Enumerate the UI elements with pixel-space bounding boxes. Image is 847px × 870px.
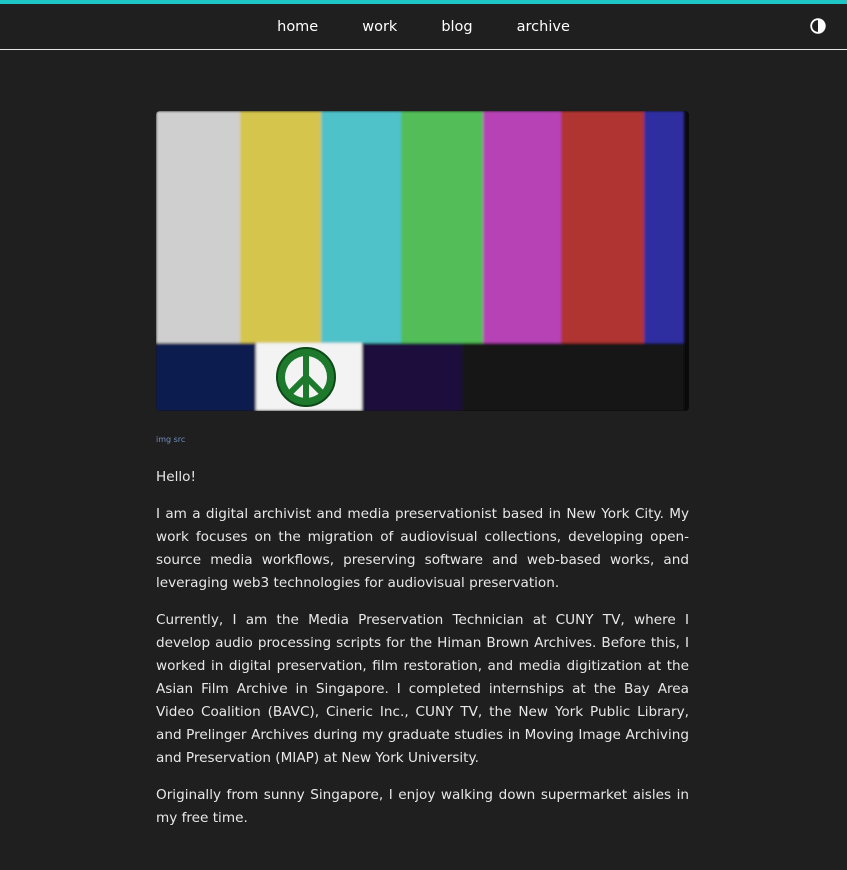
hero-image-color-bars — [156, 111, 689, 411]
theme-toggle-button[interactable] — [810, 18, 826, 34]
greeting: Hello! — [156, 469, 196, 485]
nav-blog[interactable]: blog — [441, 19, 472, 35]
nav-work[interactable]: work — [362, 19, 397, 35]
main-content: img src Hello! I am a digital archivist … — [156, 111, 689, 844]
bio-paragraph: I am a digital archivist and media prese… — [156, 506, 689, 591]
nav-home[interactable]: home — [277, 19, 318, 35]
nav-archive[interactable]: archive — [517, 19, 570, 35]
bio-text: Hello! I am a digital archivist and medi… — [156, 466, 689, 830]
bio-paragraph: Currently, I am the Media Preservation T… — [156, 612, 689, 766]
nav-links: home work blog archive — [0, 4, 847, 49]
contrast-icon — [810, 18, 826, 34]
peace-sign-icon — [276, 347, 336, 407]
image-source-link[interactable]: img src — [156, 435, 185, 444]
bio-paragraph: Originally from sunny Singapore, I enjoy… — [156, 787, 689, 826]
navbar: home work blog archive — [0, 4, 847, 50]
